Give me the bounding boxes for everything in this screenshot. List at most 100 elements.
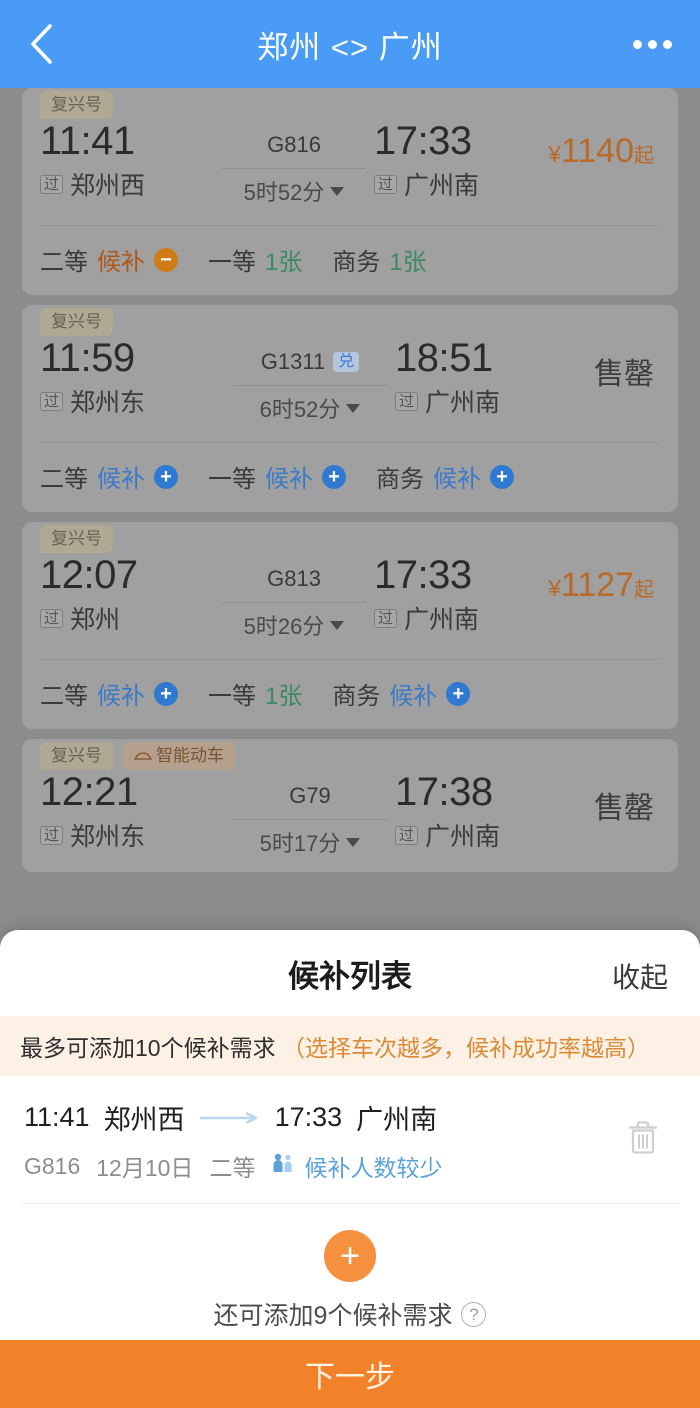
pass-tag: 过 [40, 825, 64, 845]
train-card[interactable]: 复兴号 11:59 过郑州东 G1311 兑 6时52分 18:51 过广州南 售罄 二等 候补 + 一… [22, 305, 678, 512]
more-dots-icon [648, 39, 657, 49]
duration-label: 5时17分 [259, 831, 341, 856]
trash-icon[interactable] [626, 1118, 660, 1161]
depart-station-row: 过郑州西 [40, 166, 214, 202]
arrive-station-row: 过广州南 [395, 383, 580, 419]
duration-row[interactable]: 6时52分 [225, 392, 395, 424]
price-label: ¥1140起 [548, 132, 654, 170]
sold-out-label: 售罄 [594, 792, 654, 825]
app-root: 郑州 <> 广州 复兴号 11:41 过郑州西 G816 5时52分 17:33 过广州南 ¥… [0, 0, 700, 1408]
depart-station-row: 过郑州东 [40, 383, 225, 419]
more-button[interactable] [626, 39, 672, 49]
seat-status: 候补 [433, 466, 481, 493]
plus-circle-icon[interactable]: + [154, 464, 178, 489]
depart-block: 11:59 过郑州东 [40, 335, 225, 419]
seat-class-label: 二等 [40, 683, 88, 710]
duration-row[interactable]: 5时17分 [225, 826, 395, 858]
train-middle-block[interactable]: G1311 兑 6时52分 [225, 335, 395, 424]
card-spacer [22, 858, 678, 872]
plus-circle-icon[interactable]: + [490, 464, 514, 489]
next-step-button[interactable]: 下一步 [0, 1340, 700, 1408]
sheet-title: 候补列表 [288, 958, 412, 994]
smart-train-badge: 智能动车 [123, 742, 235, 770]
price-suffix: 起 [634, 579, 654, 601]
question-mark-icon[interactable]: ? [461, 1301, 487, 1327]
depart-station-row: 过郑州东 [40, 817, 225, 853]
badge-label: 复兴号 [51, 95, 102, 114]
seat-option[interactable]: 商务 候补 + [376, 459, 514, 494]
seat-option[interactable]: 一等 候补 + [208, 459, 346, 494]
seat-option[interactable]: 一等 1张 [208, 676, 302, 711]
chevron-down-icon [346, 837, 361, 847]
train-badges: 复兴号 智能动车 [22, 739, 678, 770]
arrive-station: 广州南 [404, 606, 480, 634]
seat-status: 候补 [389, 683, 438, 710]
back-button[interactable] [28, 23, 74, 65]
price-suffix: 起 [634, 145, 654, 167]
arrive-block: 18:51 过广州南 [395, 335, 580, 419]
train-middle-block[interactable]: G813 5时26分 [214, 552, 374, 641]
sheet-header: 候补列表 收起 [0, 930, 700, 1016]
fuxing-badge: 复兴号 [40, 742, 113, 770]
train-main-row: 12:07 过郑州 G813 5时26分 17:33 过广州南 ¥1127起 [22, 550, 678, 641]
seat-option[interactable]: 二等 候补 + [40, 459, 178, 494]
train-card[interactable]: 复兴号 11:41 过郑州西 G816 5时52分 17:33 过广州南 ¥1140起 二等 候补… [22, 88, 678, 295]
train-card[interactable]: 复兴号 智能动车 12:21 过郑州东 G79 5时17分 17:38 过广州南 售罄 [22, 739, 678, 872]
arrive-time: 17:33 [374, 553, 472, 597]
chevron-left-icon [28, 23, 54, 65]
train-list[interactable]: 复兴号 11:41 过郑州西 G816 5时52分 17:33 过广州南 ¥1140起 二等 候补… [0, 88, 700, 930]
seat-option[interactable]: 商务 候补 + [332, 676, 471, 711]
arrive-station: 广州南 [425, 389, 501, 417]
add-waitlist-zone[interactable]: + 还可添加9个候补需求 ? [0, 1204, 700, 1352]
depart-time: 11:59 [40, 336, 135, 380]
train-main-row: 12:21 过郑州东 G79 5时17分 17:38 过广州南 售罄 [22, 767, 678, 858]
train-badges: 复兴号 [22, 88, 678, 119]
badge-label: 复兴号 [51, 746, 102, 765]
queue-note-label: 候补人数较少 [304, 1155, 443, 1181]
duration-row[interactable]: 5时52分 [214, 175, 374, 207]
waitlist-route: 11:41 郑州西 17:33 广州南 [24, 1098, 676, 1137]
plus-circle-icon[interactable]: + [154, 681, 178, 706]
seat-class-label: 二等 [40, 249, 88, 276]
divider [233, 385, 387, 386]
plus-circle-icon[interactable]: + [322, 464, 346, 489]
navbar: 郑州 <> 广州 [0, 0, 700, 88]
train-middle-block[interactable]: G79 5时17分 [225, 769, 395, 858]
train-card[interactable]: 复兴号 12:07 过郑州 G813 5时26分 17:33 过广州南 ¥1127起 二等 候补 +… [22, 522, 678, 729]
pass-tag: 过 [395, 825, 419, 845]
badge-label: 智能动车 [156, 746, 224, 765]
depart-station: 郑州东 [70, 389, 146, 417]
sold-out-label: 售罄 [594, 358, 654, 391]
waitlist-arrive-station: 广州南 [356, 1105, 438, 1135]
seat-option[interactable]: 二等 候补 − [40, 242, 178, 277]
seat-option[interactable]: 商务 1张 [332, 242, 426, 277]
seat-option[interactable]: 一等 1张 [208, 242, 302, 277]
plus-circle-icon[interactable]: + [446, 681, 471, 706]
waitlist-detail: G816 12月10日 二等 候补人数较少 [24, 1149, 676, 1183]
waitlist-item[interactable]: 11:41 郑州西 17:33 广州南 G816 12月10日 二等 候补人数较少 [0, 1076, 700, 1203]
plus-circle-icon: + [340, 1237, 360, 1275]
waitlist-depart-time: 11:41 [24, 1102, 90, 1132]
arrive-station-row: 过广州南 [374, 166, 548, 202]
arrive-time: 17:38 [395, 770, 493, 814]
add-waitlist-button[interactable]: + [324, 1230, 376, 1282]
minus-circle-icon[interactable]: − [154, 247, 178, 272]
price-block: ¥1127起 [548, 552, 662, 605]
page-title: 郑州 <> 广州 [257, 29, 443, 65]
waitlist-train-number: G816 [24, 1152, 81, 1179]
duration-row[interactable]: 5时26分 [214, 609, 374, 641]
fuxing-badge: 复兴号 [40, 525, 113, 553]
divider [222, 168, 367, 169]
depart-time: 12:21 [40, 770, 138, 814]
depart-station-row: 过郑州 [40, 600, 214, 636]
waitlist-seat-class: 二等 [209, 1155, 256, 1181]
collapse-button[interactable]: 收起 [612, 956, 668, 996]
seat-row: 二等 候补 + 一等 候补 + 商务 候补 + [22, 443, 678, 512]
train-number: G813 [267, 566, 321, 591]
seat-option[interactable]: 二等 候补 + [40, 676, 178, 711]
train-middle-block[interactable]: G816 5时52分 [214, 118, 374, 207]
price-value: 1127 [560, 566, 634, 604]
depart-time: 11:41 [40, 119, 135, 163]
arrive-station: 广州南 [425, 823, 501, 851]
waitlist-banner: 最多可添加10个候补需求 （选择车次越多，候补成功率越高） [0, 1016, 700, 1076]
